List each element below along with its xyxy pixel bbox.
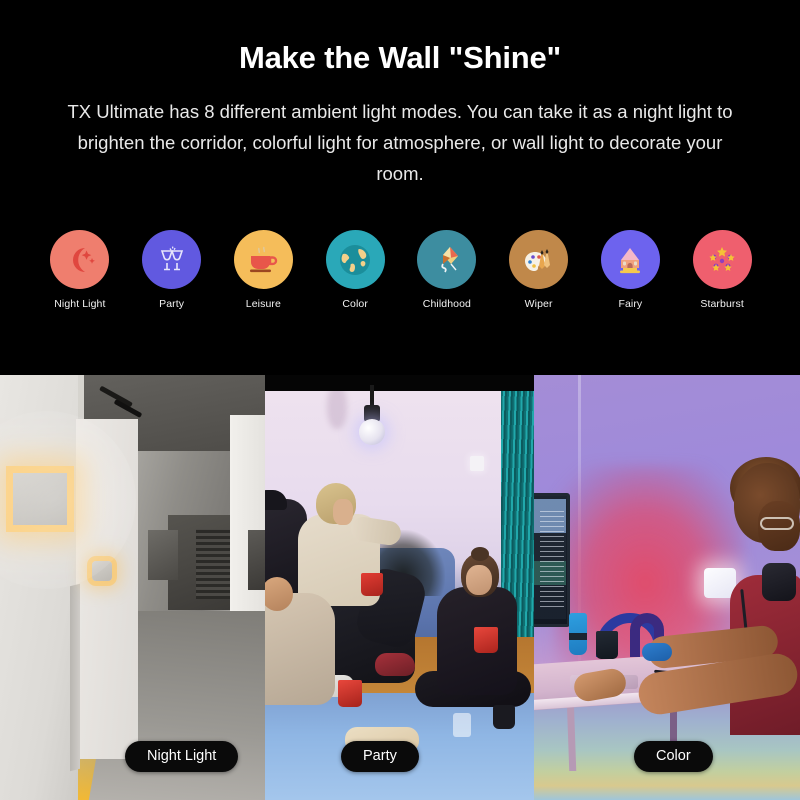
hero-section: Make the Wall "Shine" TX Ultimate has 8 … xyxy=(0,0,800,375)
eyeglasses-icon xyxy=(760,517,794,530)
scene-pill-party: Party xyxy=(341,741,419,772)
scene-panel-party[interactable]: Party xyxy=(265,375,534,800)
blue-bottle-band xyxy=(569,633,587,640)
mode-label-wiper: Wiper xyxy=(524,298,553,310)
kite-icon xyxy=(428,241,466,279)
scene-gallery: Night Light Party Color xyxy=(0,375,800,800)
computer-mouse xyxy=(642,643,672,661)
scene-pill-color: Color xyxy=(634,741,713,772)
man-sneaker-red xyxy=(375,653,415,676)
pendant-bulb xyxy=(359,419,385,445)
mode-label-night-light: Night Light xyxy=(54,298,106,310)
hero-subtitle: TX Ultimate has 8 different ambient ligh… xyxy=(67,101,733,184)
scene-panel-night-light[interactable]: Night Light xyxy=(0,375,265,800)
red-cup-floor xyxy=(338,680,362,707)
mode-item-starburst[interactable]: Starburst xyxy=(676,230,768,310)
mode-item-childhood[interactable]: Childhood xyxy=(401,230,493,310)
party-ceiling xyxy=(265,375,534,391)
castle-icon xyxy=(611,241,649,279)
wall-artwork xyxy=(248,530,265,590)
mode-icon-circle-color xyxy=(325,230,385,289)
red-cup-woman xyxy=(474,627,498,653)
mode-label-fairy: Fairy xyxy=(618,298,643,310)
wall-switch-panel xyxy=(470,456,484,471)
mode-icon-circle-party xyxy=(142,230,202,289)
page-title: Make the Wall "Shine" xyxy=(238,40,562,75)
paint-palette-icon xyxy=(520,241,558,279)
gamer-desk-photo xyxy=(534,375,800,800)
party-photo xyxy=(265,375,534,800)
mode-label-leisure: Leisure xyxy=(245,298,281,310)
ambient-mode-list: Night Light Party Leisure Color Childhoo… xyxy=(34,230,768,310)
mode-label-starburst: Starburst xyxy=(700,298,744,310)
black-cup xyxy=(493,705,515,729)
man-face xyxy=(333,499,353,525)
crescent-moon-star-icon xyxy=(61,241,99,279)
mode-label-party: Party xyxy=(159,298,185,310)
scene-panel-color[interactable]: Color xyxy=(534,375,800,800)
mode-item-wiper[interactable]: Wiper xyxy=(493,230,585,310)
red-cup-man xyxy=(361,573,383,596)
wall-picture-frame xyxy=(148,530,178,580)
monitor-editing-timeline xyxy=(540,507,564,607)
mode-item-leisure[interactable]: Leisure xyxy=(218,230,310,310)
mode-icon-circle-wiper xyxy=(509,230,569,289)
coffee-cup-icon xyxy=(244,241,282,279)
hallway-photo xyxy=(0,375,265,800)
dark-mug xyxy=(596,631,618,659)
headphones-icon xyxy=(762,563,796,601)
mode-icon-circle-fairy xyxy=(600,230,660,289)
mode-label-childhood: Childhood xyxy=(422,298,471,310)
mode-label-color: Color xyxy=(342,298,368,310)
firework-stars-icon xyxy=(702,240,742,280)
mode-icon-circle-childhood xyxy=(417,230,477,289)
clinking-glasses-icon xyxy=(153,241,191,279)
hallway-pillar-edge xyxy=(70,583,80,772)
scene-pill-night-light: Night Light xyxy=(125,741,239,772)
globe-icon xyxy=(335,240,375,280)
mode-item-party[interactable]: Party xyxy=(126,230,218,310)
product-feature-page: Make the Wall "Shine" TX Ultimate has 8 … xyxy=(0,0,800,800)
mode-icon-circle-leisure xyxy=(233,230,293,289)
mode-item-night-light[interactable]: Night Light xyxy=(34,230,126,310)
woman-face xyxy=(466,565,492,595)
clear-glass xyxy=(453,713,471,737)
mode-item-color[interactable]: Color xyxy=(309,230,401,310)
guest-left-back-hat xyxy=(265,490,287,510)
mode-icon-circle-starburst xyxy=(692,230,752,289)
mode-icon-circle-night-light xyxy=(50,230,110,289)
woman-hair-bun xyxy=(471,547,489,561)
mode-item-fairy[interactable]: Fairy xyxy=(585,230,677,310)
